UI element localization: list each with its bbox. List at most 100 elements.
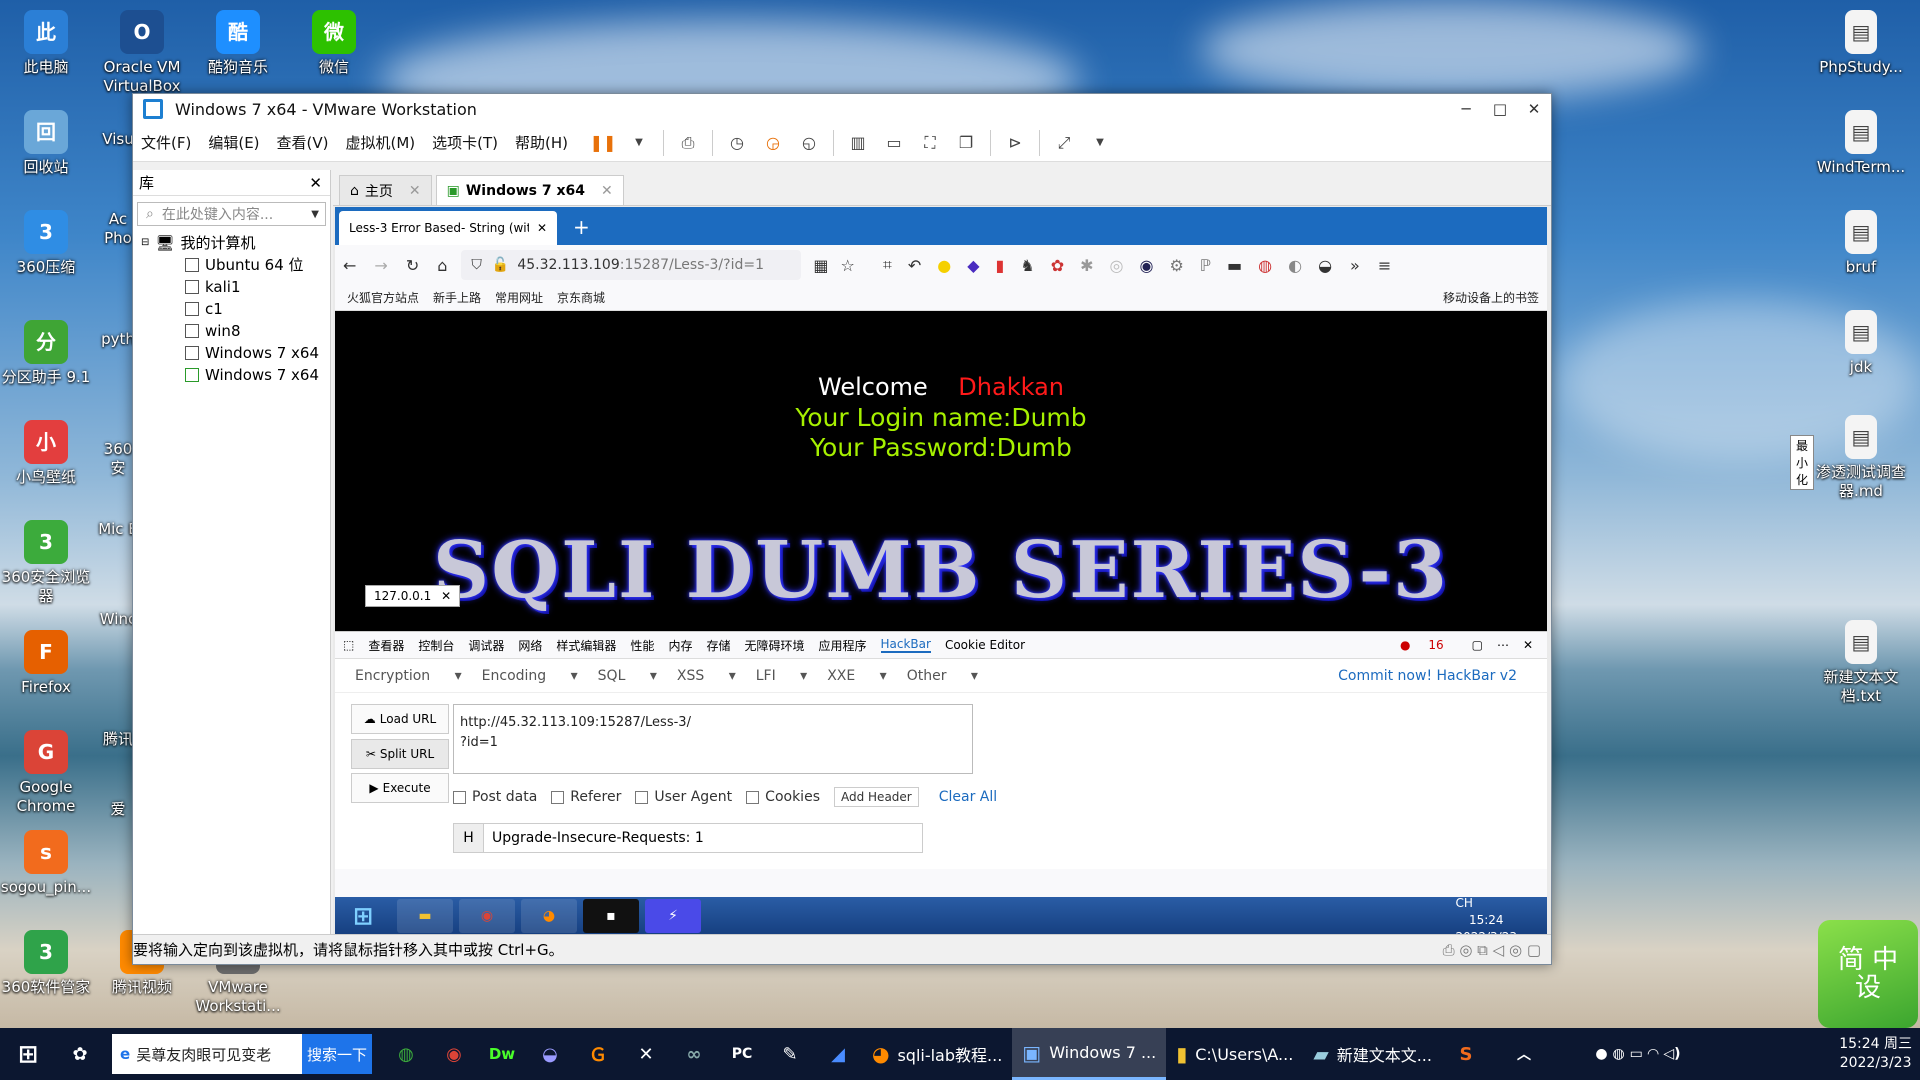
library-view-icon[interactable]: ▥	[845, 130, 871, 156]
desktop-icon[interactable]: ▤ WindTerm...	[1806, 110, 1916, 177]
dreamweaver-icon[interactable]: Dw	[478, 1030, 526, 1078]
url-textarea[interactable]: http://45.32.113.109:15287/Less-3/ ?id=1	[453, 704, 973, 774]
desktop-icon[interactable]: O Oracle VM VirtualBox	[96, 10, 188, 96]
tree-item[interactable]: Windows 7 x64	[133, 342, 330, 364]
new-tab-icon[interactable]: +	[573, 215, 590, 239]
undo-icon[interactable]: ↶	[908, 256, 921, 275]
close-button[interactable]: ✕	[1517, 100, 1551, 118]
menu-view[interactable]: 查看(V)	[277, 132, 329, 153]
sogou-icon[interactable]: S	[1442, 1030, 1490, 1078]
extension-icon[interactable]: ◆	[967, 256, 979, 275]
devtools-tab[interactable]: Cookie Editor	[945, 638, 1025, 652]
tray-chevron-icon[interactable]: ︿	[1500, 1030, 1548, 1078]
tree-item-running[interactable]: Windows 7 x64	[133, 364, 330, 386]
firefox-icon[interactable]: ◕	[521, 899, 577, 933]
split-url-button[interactable]: ✂ Split URL	[351, 739, 449, 769]
tab-windows7[interactable]: ▣ Windows 7 x64 ✕	[435, 175, 624, 205]
chrome-icon[interactable]: ◉	[459, 899, 515, 933]
task-view-icon[interactable]: ✿	[56, 1030, 104, 1078]
desktop-icon[interactable]: 小小鸟壁纸	[0, 420, 92, 487]
reload-icon[interactable]: ↻	[406, 256, 419, 275]
library-search[interactable]: ⌕ 在此处键入内容... ▼	[137, 202, 326, 226]
desktop-icon[interactable]: 此此电脑	[0, 10, 92, 77]
extension-icon[interactable]: ▮	[996, 256, 1005, 275]
bookmark-item[interactable]: 京东商城	[557, 289, 605, 306]
taskbar-app-firefox[interactable]: ◕ sqli-lab教程...	[862, 1028, 1012, 1080]
minimize-button[interactable]: ─	[1449, 100, 1483, 118]
snapshot-manager-icon[interactable]: ◵	[796, 130, 822, 156]
desktop-icon[interactable]: ▤ bruf	[1806, 210, 1916, 277]
desktop-icon[interactable]: 回回收站	[0, 110, 92, 177]
bookmark-item[interactable]: 常用网址	[495, 289, 543, 306]
dropdown-icon[interactable]: ▼	[1087, 130, 1113, 156]
devtools-tab[interactable]: 网络	[518, 637, 542, 654]
menu-sql[interactable]: SQL ▾	[598, 668, 657, 684]
tree-item[interactable]: win8	[133, 320, 330, 342]
user-agent-checkbox[interactable]: User Agent	[635, 789, 732, 805]
qr-icon[interactable]: ▦	[813, 256, 828, 275]
more-icon[interactable]: ⋯	[1497, 638, 1509, 652]
devtools-tab[interactable]: 样式编辑器	[556, 637, 616, 654]
thumbnail-icon[interactable]: ▭	[881, 130, 907, 156]
menu-lfi[interactable]: LFI ▾	[756, 668, 807, 684]
chevron-down-icon[interactable]: ▼	[311, 209, 319, 220]
devtools-tab[interactable]: 控制台	[418, 637, 454, 654]
collapse-icon[interactable]: ⊟	[141, 232, 149, 254]
app-icon[interactable]: ◢	[814, 1030, 862, 1078]
start-orb-icon[interactable]: ⊞	[335, 899, 391, 933]
tree-item[interactable]: c1	[133, 298, 330, 320]
explorer-icon[interactable]: ▬	[397, 899, 453, 933]
menu-help[interactable]: 帮助(H)	[515, 132, 568, 153]
extension-icon[interactable]: ⚙	[1169, 256, 1183, 275]
mobile-bookmarks[interactable]: 移动设备上的书签	[1443, 289, 1539, 306]
dropdown-icon[interactable]: ▼	[626, 130, 652, 156]
devtools-tab[interactable]: 内存	[668, 637, 692, 654]
menu-encoding[interactable]: Encoding ▾	[482, 668, 578, 684]
post-data-checkbox[interactable]: Post data	[453, 789, 537, 805]
doc-icon[interactable]: ✎	[766, 1030, 814, 1078]
menu-encryption[interactable]: Encryption ▾	[355, 668, 462, 684]
devtools-tab[interactable]: 调试器	[468, 637, 504, 654]
stretch-icon[interactable]: ⤢	[1051, 130, 1077, 156]
execute-button[interactable]: ▶ Execute	[351, 773, 449, 803]
menu-tabs[interactable]: 选项卡(T)	[432, 132, 498, 153]
url-bar[interactable]: ⛉ 🔓 45.32.113.109:15287/Less-3/?id=1	[461, 250, 802, 280]
commit-link[interactable]: Commit now! HackBar v2	[1338, 668, 1517, 684]
desktop-icon[interactable]: 3 360安全浏览器	[0, 520, 92, 606]
taskbar-app-notepad[interactable]: ▰ 新建文本文...	[1303, 1028, 1442, 1080]
device-icons[interactable]: ⎙ ◎ ⧉ ◁ ◎ ▢	[1443, 941, 1541, 959]
picker-icon[interactable]: ⬚	[343, 638, 354, 652]
tree-root[interactable]: ⊟ 🖥 我的计算机	[133, 232, 330, 254]
close-tab-icon[interactable]: ✕	[601, 183, 613, 199]
menu-xxe[interactable]: XXE ▾	[827, 668, 887, 684]
desktop-icon[interactable]: s sogou_pin...	[0, 830, 92, 897]
taskbar-search[interactable]: e 吴尊友肉眼可见变老 搜索一下	[112, 1034, 372, 1074]
dock-icon[interactable]: ▢	[1472, 638, 1483, 652]
desktop-icon[interactable]: ▤ 新建文本文档.txt	[1806, 620, 1916, 706]
header-value-input[interactable]: Upgrade-Insecure-Requests: 1	[484, 830, 704, 846]
close-tab-icon[interactable]: ✕	[409, 183, 421, 199]
taskbar-app-explorer[interactable]: ▮ C:\Users\A...	[1166, 1028, 1303, 1080]
cookies-checkbox[interactable]: Cookies	[746, 789, 820, 805]
hamburger-menu-icon[interactable]: ≡	[1378, 256, 1391, 275]
tree-item[interactable]: Ubuntu 64 位	[133, 254, 330, 276]
pycharm-icon[interactable]: PC	[718, 1030, 766, 1078]
search-input[interactable]: e 吴尊友肉眼可见变老	[112, 1034, 302, 1074]
desktop-icon[interactable]: F Firefox	[0, 630, 92, 697]
extension-icon[interactable]: ◎	[1110, 256, 1124, 275]
error-count[interactable]: ● 16	[1400, 638, 1458, 652]
overflow-icon[interactable]: »	[1350, 256, 1360, 275]
snapshot-icon[interactable]: ◷	[724, 130, 750, 156]
bookmark-item[interactable]: 新手上路	[433, 289, 481, 306]
desktop-icon[interactable]: 酷酷狗音乐	[192, 10, 284, 77]
console-icon[interactable]: ⊳	[1002, 130, 1028, 156]
eclipse-icon[interactable]: ◒	[526, 1030, 574, 1078]
close-icon[interactable]: ✕	[441, 589, 451, 603]
app-icon[interactable]: ⚡	[645, 899, 701, 933]
fullscreen-icon[interactable]: ⛶	[917, 130, 943, 156]
tools-icon[interactable]: ✕	[622, 1030, 670, 1078]
tray-icons[interactable]: ● ◍ ▭ ◠ ◁)	[1548, 1030, 1728, 1078]
desktop-icon[interactable]: 3 360压缩	[0, 210, 92, 277]
browser-360-icon[interactable]: ◍	[382, 1030, 430, 1078]
extension-icon[interactable]: ▬	[1227, 256, 1242, 275]
